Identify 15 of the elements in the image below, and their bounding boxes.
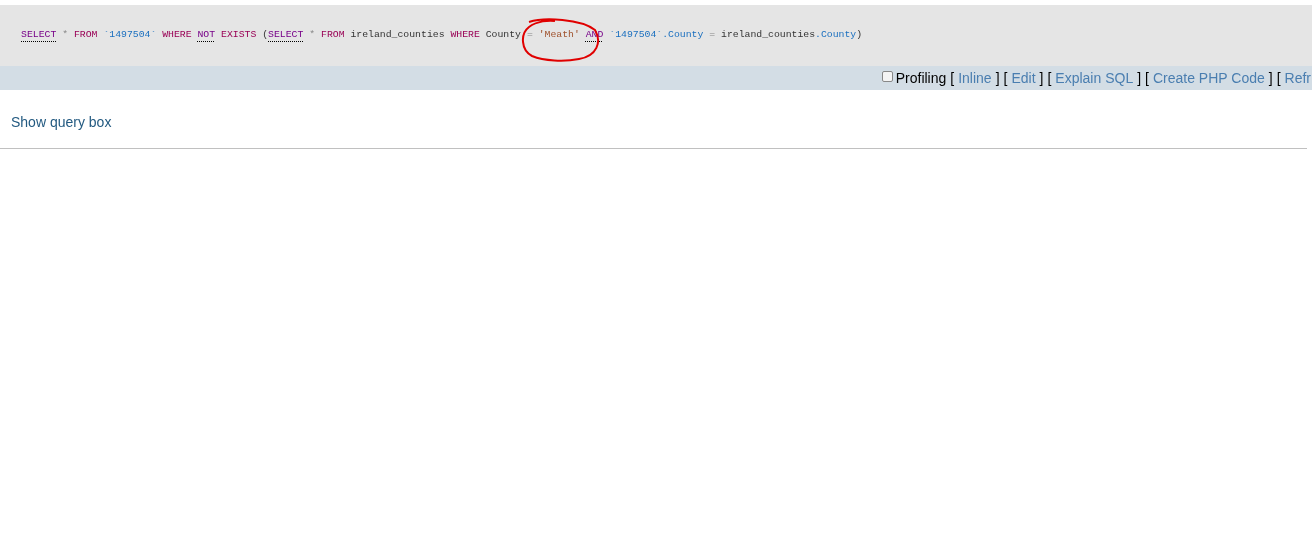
bracket: ] <box>1039 68 1044 88</box>
keyword-link[interactable]: SELECT <box>268 29 304 41</box>
bracket: [ <box>1145 68 1149 88</box>
profiling-label: Profiling <box>895 68 947 88</box>
bracket: [ <box>950 68 955 88</box>
show-query-box-link[interactable]: Show query box <box>11 114 112 130</box>
bracket: [ <box>1276 68 1281 88</box>
bracket: ] <box>1268 68 1273 88</box>
profiling-checkbox[interactable] <box>881 71 893 82</box>
bracket: [ <box>1047 68 1052 88</box>
bracket: ] <box>995 68 1000 88</box>
keyword-link[interactable]: NOT <box>197 29 216 41</box>
bracket: [ <box>1003 68 1008 88</box>
keyword-link[interactable]: SELECT <box>21 29 57 41</box>
bracket: ] <box>1137 68 1142 88</box>
